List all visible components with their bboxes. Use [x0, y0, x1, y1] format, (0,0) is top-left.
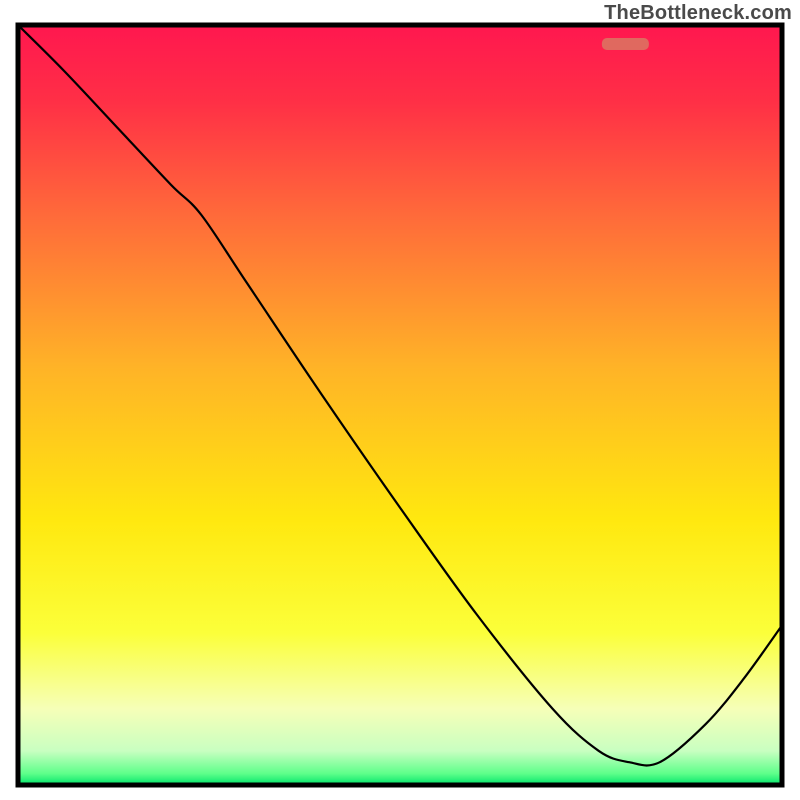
optimal-marker — [602, 38, 649, 50]
bottleneck-chart — [0, 0, 800, 800]
chart-container: TheBottleneck.com — [0, 0, 800, 800]
plot-background — [18, 25, 782, 785]
